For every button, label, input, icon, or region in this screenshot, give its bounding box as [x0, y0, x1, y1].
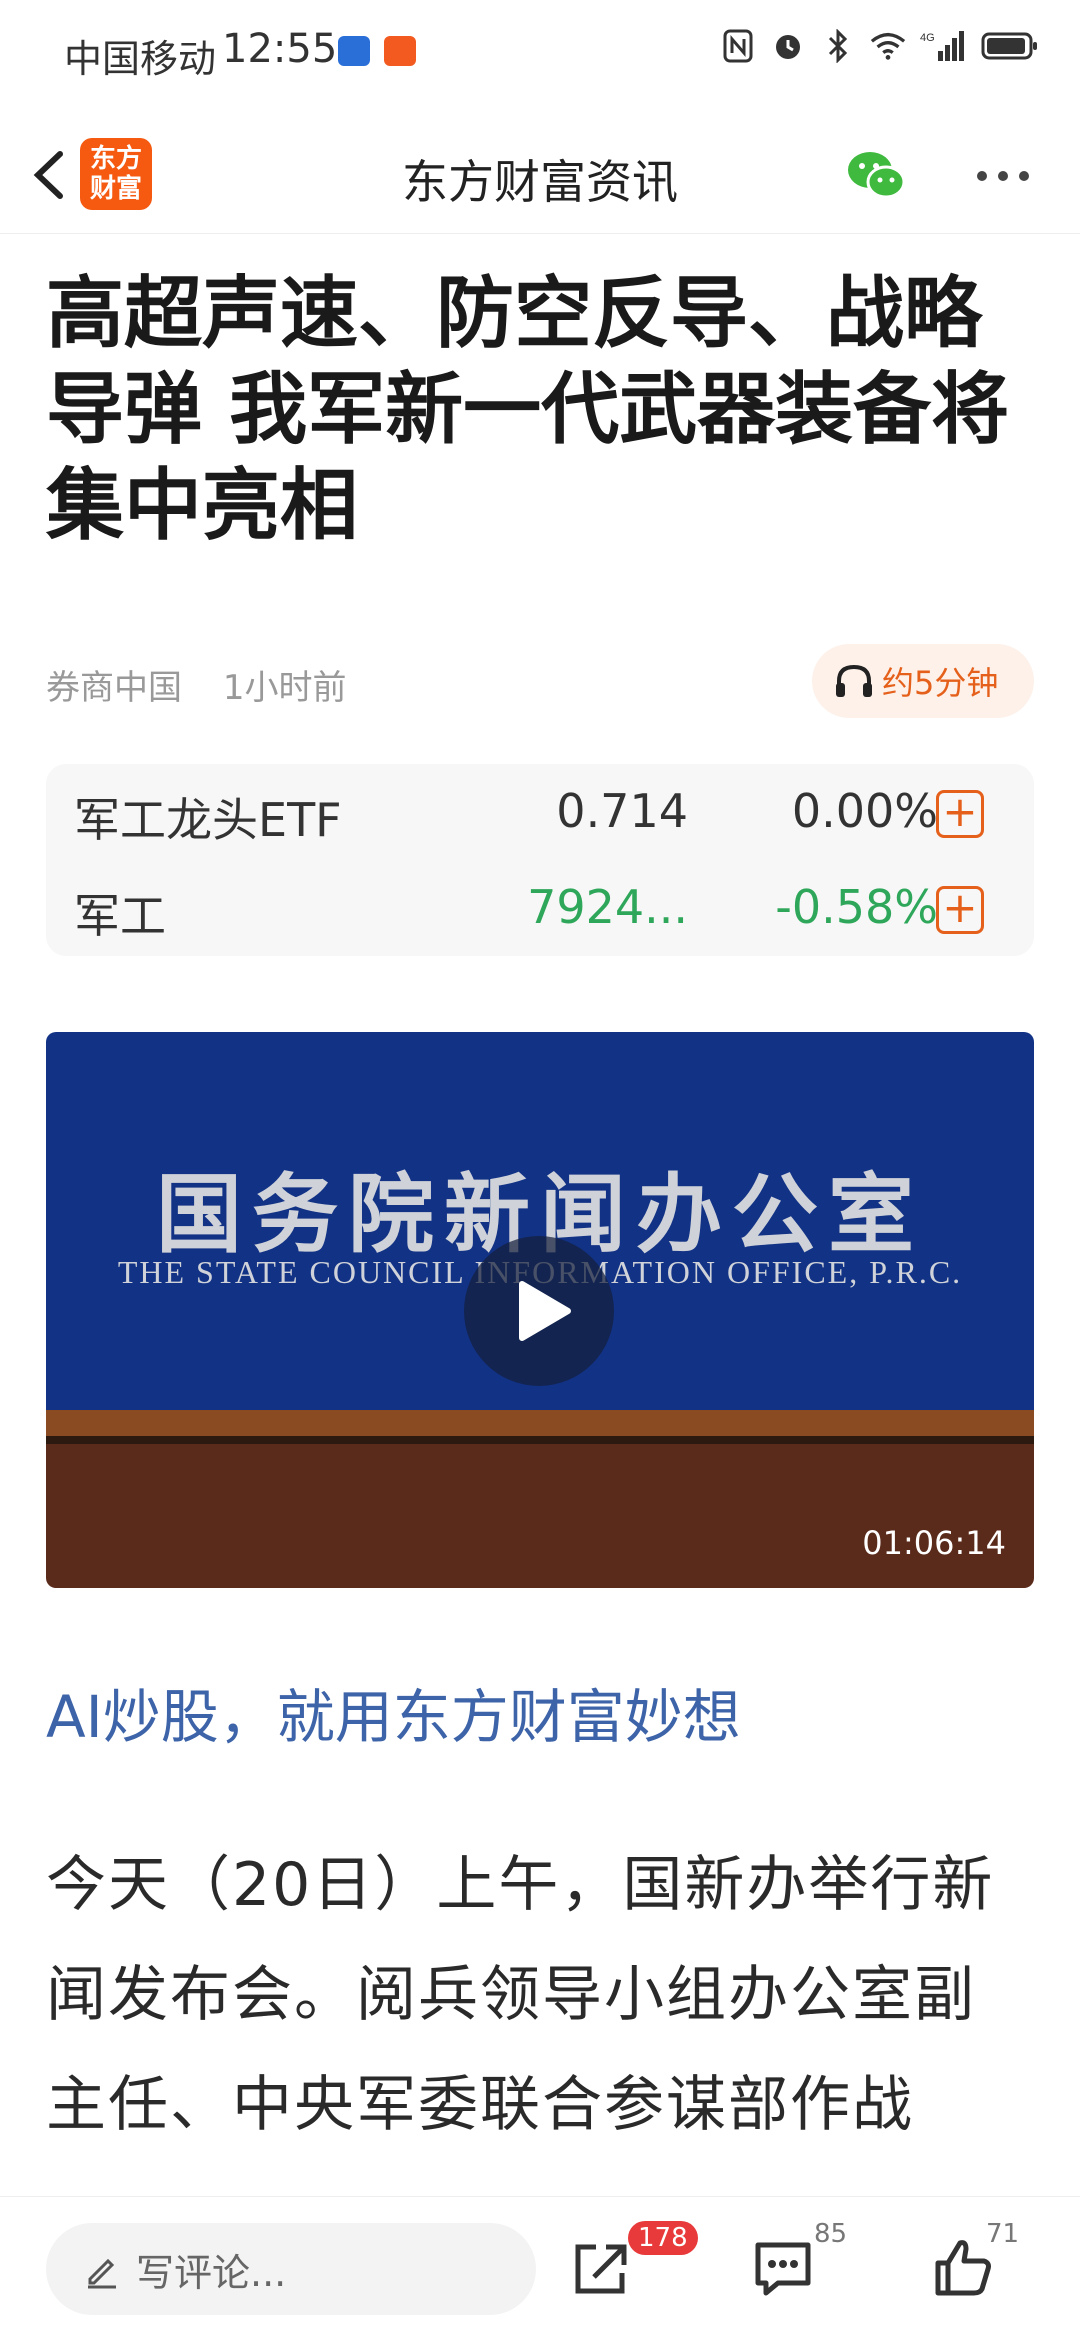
svg-text:4G: 4G — [920, 32, 935, 44]
share-button[interactable]: 178 — [566, 2221, 698, 2303]
stock-row[interactable]: 军工龙头ETF 0.714 0.00% + — [46, 764, 1034, 860]
nfc-icon — [720, 28, 756, 64]
comment-count: 85 — [814, 2219, 848, 2249]
comment-bubble-icon — [755, 2242, 811, 2296]
video-backdrop-podium — [46, 1444, 1034, 1588]
article-source[interactable]: 券商中国 — [46, 668, 182, 708]
wechat-share-button[interactable] — [842, 140, 912, 210]
listen-audio-button[interactable]: 约5分钟 — [812, 644, 1034, 718]
video-backdrop-line — [46, 1436, 1034, 1444]
alarm-icon — [770, 28, 806, 64]
article-headline: 高超声速、防空反导、战略导弹 我军新一代武器装备将集中亮相 — [46, 269, 1010, 551]
like-button[interactable]: 71 — [928, 2219, 1019, 2303]
more-options-button[interactable] — [968, 140, 1038, 210]
clock: 12:55 — [222, 26, 338, 72]
like-count: 71 — [986, 2219, 1020, 2249]
battery-icon — [980, 28, 1040, 64]
bottom-action-bar: 写评论... 178 85 71 — [0, 2196, 1080, 2340]
related-stocks-card: 军工龙头ETF 0.714 0.00% + 军工 7924... -0.58% … — [46, 764, 1034, 956]
comment-input[interactable]: 写评论... — [46, 2223, 536, 2315]
carrier-label: 中国移动 — [64, 37, 217, 81]
listen-duration-label: 约5分钟 — [882, 664, 999, 702]
share-count-badge: 178 — [628, 2221, 698, 2255]
play-button[interactable] — [464, 1236, 614, 1386]
system-icons: 4G — [720, 28, 1040, 64]
comments-button[interactable]: 85 — [748, 2219, 847, 2303]
promo-link[interactable]: AI炒股，就用东方财富妙想 — [46, 1670, 741, 1754]
article-meta: 券商中国 1小时前 — [46, 660, 376, 709]
stock-row[interactable]: 军工 7924... -0.58% + — [46, 860, 1034, 956]
comment-placeholder: 写评论... — [136, 2250, 287, 2295]
play-icon — [519, 1281, 571, 1341]
cellular-signal-icon: 4G — [920, 28, 966, 64]
video-player[interactable]: 国务院新闻办公室 THE STATE COUNCIL INFORMATION O… — [46, 1032, 1034, 1588]
stock-price: 7924... — [527, 880, 688, 934]
video-duration: 01:06:14 — [862, 1524, 1006, 1562]
wechat-icon — [848, 152, 906, 199]
article-time: 1小时前 — [222, 668, 347, 708]
more-horizontal-icon — [977, 171, 1029, 181]
wifi-icon — [870, 28, 906, 64]
taobao-notification-icon — [384, 36, 416, 66]
pencil-icon — [88, 2258, 116, 2289]
bluetooth-icon — [820, 28, 856, 64]
video-backdrop-band — [46, 1410, 1034, 1436]
stock-change: 0.00% — [791, 784, 938, 838]
page-title: 东方财富资讯 — [402, 155, 678, 209]
share-icon — [575, 2244, 627, 2294]
headphones-icon — [836, 664, 872, 697]
top-navigation-bar: 东方财富 东方财富资讯 — [0, 118, 1080, 234]
stock-price: 0.714 — [556, 784, 688, 838]
stock-name: 军工 — [74, 889, 166, 943]
status-bar: 中国移动 12:55 4G — [0, 0, 1080, 100]
stock-name: 军工龙头ETF — [74, 793, 342, 847]
article-body: 今天（20日）上午，国新办举行新闻发布会。阅兵领导小组办公室副主任、中央军委联合… — [46, 1850, 995, 2140]
stock-change: -0.58% — [775, 880, 938, 934]
add-watchlist-button[interactable]: + — [936, 886, 984, 934]
app-notification-icon — [338, 36, 370, 66]
add-watchlist-button[interactable]: + — [936, 790, 984, 838]
